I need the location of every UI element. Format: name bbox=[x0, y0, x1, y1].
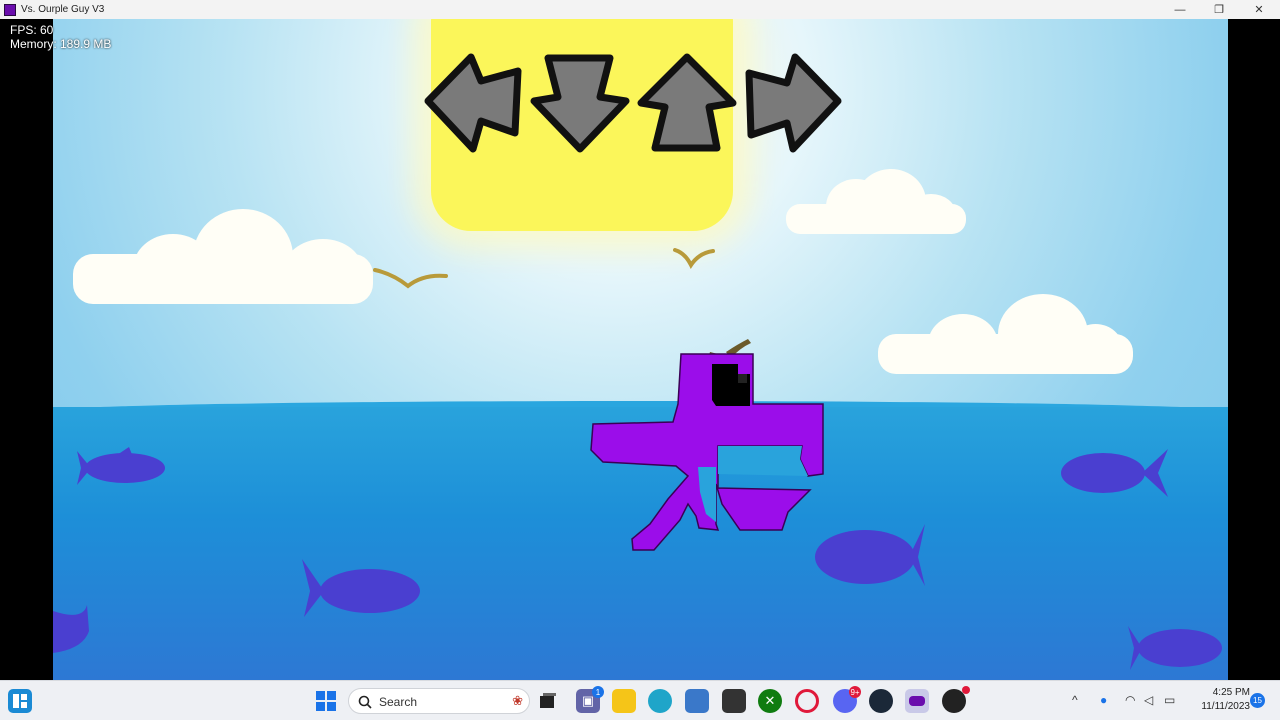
arrow-right-receptor bbox=[745, 53, 842, 153]
search-input[interactable]: Search ❀ bbox=[348, 688, 530, 714]
clock-date: 11/11/2023 bbox=[1201, 701, 1250, 712]
recording-dot bbox=[962, 686, 970, 694]
search-highlight-icon: ❀ bbox=[512, 693, 523, 708]
fish-1 bbox=[77, 447, 165, 485]
arrow-up-receptor bbox=[637, 53, 737, 152]
edge-icon[interactable] bbox=[648, 689, 672, 713]
clock[interactable]: 4:25 PM 11/11/2023 bbox=[1186, 686, 1250, 714]
cloud-top-right bbox=[786, 169, 966, 234]
title-bar: Vs. Ourple Guy V3 — ❐ ✕ bbox=[0, 0, 1280, 19]
widgets-icon[interactable] bbox=[8, 689, 32, 713]
fish-6 bbox=[53, 605, 89, 653]
maximize-button[interactable]: ❐ bbox=[1199, 0, 1239, 19]
search-icon bbox=[358, 695, 372, 709]
game-viewport[interactable] bbox=[53, 19, 1228, 680]
file-explorer-icon[interactable] bbox=[612, 689, 636, 713]
xbox-icon[interactable]: ✕ bbox=[758, 689, 782, 713]
discord-icon[interactable]: 9+ bbox=[833, 686, 861, 713]
fish-3 bbox=[815, 524, 925, 586]
close-button[interactable]: ✕ bbox=[1239, 0, 1279, 19]
taskbar: Search ❀ ▣ 1 ✕ 9+ ^ ● ◠ ◁ ▭ 4:25 PM 11/11… bbox=[0, 680, 1280, 720]
volume-icon[interactable]: ◁ bbox=[1144, 693, 1153, 707]
cloud-left bbox=[73, 209, 373, 309]
teams-chat-icon[interactable]: ▣ 1 bbox=[576, 686, 604, 713]
chat-badge: 1 bbox=[592, 686, 604, 698]
search-placeholder: Search bbox=[379, 695, 418, 709]
steam-icon[interactable] bbox=[869, 689, 893, 713]
notification-count: 15 bbox=[1253, 696, 1262, 705]
tray-overflow-icon[interactable]: ^ bbox=[1072, 693, 1078, 707]
unity-icon[interactable] bbox=[722, 689, 746, 713]
minimize-button[interactable]: — bbox=[1160, 0, 1200, 19]
microphone-icon[interactable]: ● bbox=[1100, 693, 1107, 707]
window-title: Vs. Ourple Guy V3 bbox=[21, 4, 105, 15]
arrow-left-receptor bbox=[424, 53, 522, 153]
memory-text: Memory: 189.9 MB bbox=[10, 37, 112, 51]
app-icon bbox=[4, 3, 16, 16]
fish-5 bbox=[1128, 626, 1222, 670]
fps-text: FPS: 60 bbox=[10, 23, 54, 37]
game-app-icon[interactable] bbox=[905, 689, 929, 713]
fish-4 bbox=[302, 559, 420, 617]
cloud-right bbox=[878, 294, 1133, 374]
discord-badge: 9+ bbox=[849, 686, 861, 698]
arrow-down-receptor bbox=[530, 54, 630, 153]
fish-2 bbox=[1061, 449, 1168, 497]
bird-left bbox=[373, 268, 448, 289]
start-icon[interactable] bbox=[314, 689, 338, 713]
fps-counter: FPS: 60 Memory: 189.9 MB bbox=[10, 23, 111, 51]
clock-time: 4:25 PM bbox=[1212, 687, 1250, 698]
ourple-guy-character bbox=[590, 339, 824, 551]
task-view-icon[interactable] bbox=[536, 689, 560, 713]
opera-icon[interactable] bbox=[795, 689, 819, 713]
bird-right bbox=[673, 248, 715, 269]
wifi-icon[interactable]: ◠ bbox=[1125, 693, 1135, 707]
notification-badge[interactable]: 15 bbox=[1250, 693, 1265, 708]
obs-icon[interactable] bbox=[942, 686, 970, 713]
store-icon[interactable] bbox=[685, 689, 709, 713]
battery-icon[interactable]: ▭ bbox=[1164, 693, 1175, 707]
